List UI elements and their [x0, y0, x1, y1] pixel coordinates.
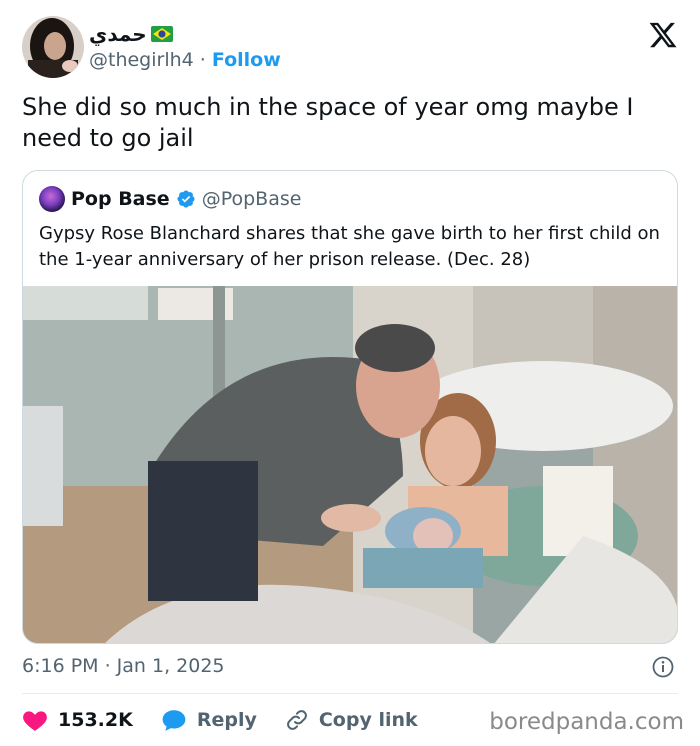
- like-button[interactable]: 153.2K: [22, 708, 133, 732]
- quoted-tweet[interactable]: Pop Base @PopBase Gypsy Rose Blanchard s…: [22, 170, 678, 644]
- copy-link-button[interactable]: Copy link: [285, 708, 418, 732]
- follow-button[interactable]: Follow: [212, 49, 281, 71]
- reply-label: Reply: [196, 709, 257, 731]
- tweet-timestamp[interactable]: 6:16 PM · Jan 1, 2025: [22, 655, 225, 677]
- reply-button[interactable]: Reply: [161, 708, 257, 732]
- handle-separator: ·: [199, 49, 206, 71]
- like-count: 153.2K: [58, 709, 133, 731]
- author-display-name[interactable]: حمدي: [89, 22, 147, 46]
- quoted-tweet-text: Gypsy Rose Blanchard shares that she gav…: [39, 223, 660, 270]
- author-handle-row: @thegirlh4 · Follow: [89, 49, 281, 71]
- quoted-author-avatar[interactable]: [39, 186, 65, 212]
- heart-icon: [23, 711, 47, 731]
- reply-bubble-icon: [162, 710, 186, 731]
- tweet-text: She did so much in the space of year omg…: [22, 93, 634, 152]
- x-logo-icon[interactable]: [648, 20, 678, 50]
- site-watermark: boredpanda.com: [489, 709, 684, 735]
- author-handle[interactable]: @thegirlh4: [89, 49, 194, 71]
- quoted-author-row: Pop Base @PopBase: [39, 186, 301, 212]
- author-avatar[interactable]: [22, 16, 84, 78]
- tweet-header: حمدي @thegirlh4 · Follow: [22, 16, 682, 78]
- brazil-flag-icon: [150, 26, 173, 42]
- verified-badge-icon: [177, 190, 195, 208]
- quoted-author-name[interactable]: Pop Base: [71, 188, 170, 210]
- link-icon: [286, 710, 307, 730]
- quoted-tweet-photo[interactable]: [23, 286, 677, 643]
- tweet-actions: 153.2K Reply Copy link: [22, 704, 446, 736]
- author-name-row: حمدي: [89, 22, 173, 46]
- copy-link-label: Copy link: [318, 709, 418, 731]
- quoted-author-handle[interactable]: @PopBase: [202, 188, 302, 210]
- actions-divider: [22, 693, 678, 694]
- info-icon[interactable]: [652, 656, 674, 678]
